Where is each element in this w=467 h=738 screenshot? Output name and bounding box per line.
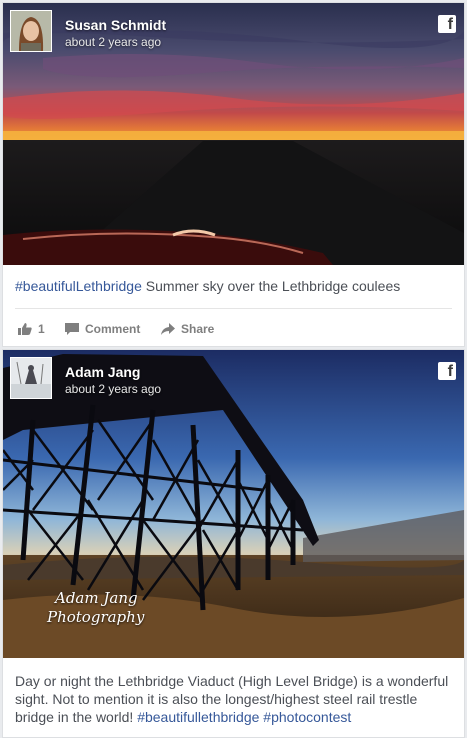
avatar[interactable] xyxy=(10,10,52,52)
watermark-line2: Photography xyxy=(47,608,145,626)
post-caption: #beautifulLethbridge Summer sky over the… xyxy=(15,277,452,295)
hashtag-link[interactable]: #beautifullethbridge xyxy=(137,709,259,725)
thumbs-up-icon xyxy=(18,323,32,335)
comment-label: Comment xyxy=(85,322,141,336)
facebook-icon[interactable]: f xyxy=(438,15,456,33)
share-icon xyxy=(161,323,175,335)
post-author[interactable]: Adam Jang xyxy=(65,364,140,380)
avatar[interactable] xyxy=(10,357,52,399)
facebook-icon[interactable]: f xyxy=(438,362,456,380)
comment-icon xyxy=(65,323,79,335)
post-card: Susan Schmidt about 2 years ago f #beaut… xyxy=(2,2,465,347)
like-count: 1 xyxy=(38,322,45,336)
post-timestamp[interactable]: about 2 years ago xyxy=(65,35,161,49)
post-actions-bar: 1 Comment Share xyxy=(15,308,452,346)
post-card: Adam Jang Photography Adam Jang about 2 … xyxy=(2,349,465,738)
share-button[interactable]: Share xyxy=(161,322,214,336)
post-caption: Day or night the Lethbridge Viaduct (Hig… xyxy=(15,672,452,726)
post-timestamp[interactable]: about 2 years ago xyxy=(65,382,161,396)
post-author[interactable]: Susan Schmidt xyxy=(65,17,166,33)
social-feed: Susan Schmidt about 2 years ago f #beaut… xyxy=(0,0,467,738)
share-label: Share xyxy=(181,322,215,336)
watermark-line1: Adam Jang xyxy=(55,589,138,607)
hashtag-link[interactable]: #beautifulLethbridge xyxy=(15,278,142,294)
like-button[interactable]: 1 xyxy=(18,322,45,336)
comment-button[interactable]: Comment xyxy=(65,322,140,336)
post-photo-bridge[interactable]: Adam Jang Photography xyxy=(3,350,464,658)
caption-text: Summer sky over the Lethbridge coulees xyxy=(141,278,401,294)
hashtag-link[interactable]: #photocontest xyxy=(263,709,351,725)
photo-watermark: Adam Jang Photography xyxy=(47,589,144,627)
